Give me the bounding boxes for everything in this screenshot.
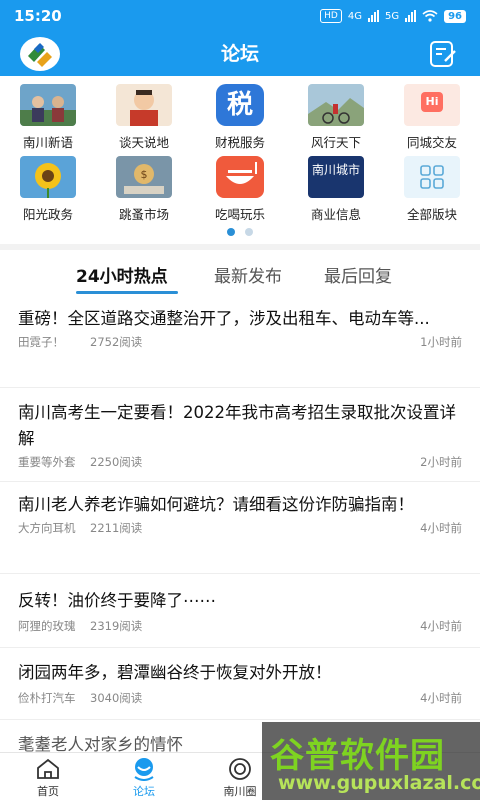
post-item[interactable]: 南川老人养老诈骗如何避坑？请细看这份诈防骗指南！ 大方向耳机 2211阅读 4小… [0, 492, 480, 574]
home-icon [37, 758, 59, 779]
post-views: 2752阅读 [90, 335, 143, 349]
post-title[interactable]: 重磅！全区道路交通整治开了，涉及出租车、电动车等... [18, 306, 462, 332]
compose-icon[interactable] [428, 39, 458, 69]
category-market[interactable]: $ 跳蚤市场 [96, 156, 192, 223]
signal-icon-2 [405, 10, 417, 22]
category-label: 谈天说地 [118, 135, 169, 150]
nav-circle[interactable]: 南川圈 [210, 757, 270, 799]
tax-icon: 税 [216, 84, 264, 126]
circle-icon [229, 758, 251, 780]
nav-label: 论坛 [133, 785, 155, 798]
post-title[interactable]: 反转！油价终于要降了⋯⋯ [18, 588, 462, 614]
post-item[interactable]: 重磅！全区道路交通整治开了，涉及出租车、电动车等... 田霓子！ 2752阅读 … [0, 306, 480, 388]
pager-dot-active[interactable] [227, 228, 235, 236]
category-all[interactable]: 全部版块 [384, 156, 480, 223]
status-bar: 15:20 HD 4G 5G 96 [0, 0, 480, 32]
post-time: 4小时前 [420, 521, 462, 535]
network-4g-label: 4G [347, 10, 362, 22]
category-label: 同城交友 [406, 135, 457, 150]
post-title[interactable]: 南川高考生一定要看！2022年我市高考招生录取批次设置详解 [18, 400, 462, 452]
post-views: 2319阅读 [90, 619, 143, 633]
tab-24h-hot[interactable]: 24小时热点 [76, 262, 168, 287]
watermark-title: 谷普软件园 [270, 736, 445, 776]
post-author[interactable]: 田霓子！ [18, 334, 64, 350]
watermark: 谷普软件园 www.gupuxlazal.com [262, 722, 480, 800]
category-label: 吃喝玩乐 [214, 207, 265, 222]
post-meta: 田霓子！ 2752阅读 1小时前 [18, 334, 462, 352]
category-pager [0, 228, 480, 236]
post-views: 2211阅读 [90, 521, 143, 535]
city-badge-icon: 南川城市 [308, 156, 364, 198]
post-author[interactable]: 俭朴打汽车 [18, 690, 76, 706]
watermark-url: www.gupuxlazal.com [278, 772, 480, 794]
news-photo-icon [20, 84, 76, 126]
map-hi-icon: Hi [404, 84, 460, 126]
category-news[interactable]: 南川新语 [0, 84, 96, 151]
category-label: 全部版块 [406, 207, 457, 222]
category-friends[interactable]: Hi 同城交友 [384, 84, 480, 151]
post-author[interactable]: 阿狸的玫瑰 [18, 618, 76, 634]
post-time: 4小时前 [420, 619, 462, 633]
post-item[interactable]: 反转！油价终于要降了⋯⋯ 阿狸的玫瑰 2319阅读 4小时前 [0, 588, 480, 648]
feed-tabs: 24小时热点 最新发布 最后回复 [0, 250, 480, 298]
nav-home[interactable]: 首页 [18, 757, 78, 799]
post-meta: 俭朴打汽车 3040阅读 4小时前 [18, 690, 462, 708]
category-travel[interactable]: 风行天下 [288, 84, 384, 151]
post-time: 1小时前 [420, 335, 462, 349]
post-item[interactable]: 南川高考生一定要看！2022年我市高考招生录取批次设置详解 重要等外套 2250… [0, 400, 480, 482]
status-icons: HD 4G 5G 96 [320, 9, 466, 23]
category-label: 风行天下 [310, 135, 361, 150]
signal-icon [367, 10, 379, 22]
category-label: 财税服务 [214, 135, 265, 150]
hd-badge: HD [320, 9, 342, 23]
category-government[interactable]: 阳光政务 [0, 156, 96, 223]
cycling-photo-icon [308, 84, 364, 126]
post-time: 2小时前 [420, 455, 462, 469]
post-time: 4小时前 [420, 691, 462, 705]
tab-last-reply[interactable]: 最后回复 [324, 262, 392, 287]
nav-forum[interactable]: 论坛 [114, 757, 174, 799]
svg-text:$: $ [141, 168, 148, 181]
post-title[interactable]: 闭园两年多，碧潭幽谷终于恢复对外开放！ [18, 660, 462, 686]
chat-photo-icon [116, 84, 172, 126]
app-header: 论坛 [0, 32, 480, 76]
post-author[interactable]: 重要等外套 [18, 454, 76, 470]
post-title[interactable]: 南川老人养老诈骗如何避坑？请细看这份诈防骗指南！ [18, 492, 462, 518]
post-meta: 重要等外套 2250阅读 2小时前 [18, 454, 462, 472]
grid-icon [404, 156, 460, 198]
nav-label: 首页 [37, 785, 59, 798]
category-food[interactable]: 吃喝玩乐 [192, 156, 288, 223]
post-item[interactable]: 闭园两年多，碧潭幽谷终于恢复对外开放！ 俭朴打汽车 3040阅读 4小时前 [0, 660, 480, 720]
food-icon [216, 156, 264, 198]
page-title: 论坛 [220, 43, 259, 65]
nav-label: 南川圈 [223, 785, 257, 798]
category-label: 南川新语 [22, 135, 73, 150]
post-meta: 大方向耳机 2211阅读 4小时前 [18, 520, 462, 538]
category-chat[interactable]: 谈天说地 [96, 84, 192, 151]
network-5g-label: 5G [384, 10, 400, 22]
category-label: 阳光政务 [22, 207, 73, 222]
category-label: 商业信息 [310, 207, 361, 222]
tab-active-indicator [76, 291, 178, 294]
forum-icon [134, 758, 154, 781]
tab-latest[interactable]: 最新发布 [214, 262, 282, 287]
category-grid: 南川新语 谈天说地 税 财税服务 风行天下 Hi 同城交友 阳光政务 $ 跳蚤市… [0, 76, 480, 244]
sunflower-photo-icon [20, 156, 76, 198]
market-photo-icon: $ [116, 156, 172, 198]
pager-dot[interactable] [245, 228, 253, 236]
category-label: 跳蚤市场 [118, 207, 169, 222]
post-author[interactable]: 大方向耳机 [18, 520, 76, 536]
wifi-icon [422, 10, 438, 22]
post-meta: 阿狸的玫瑰 2319阅读 4小时前 [18, 618, 462, 636]
status-time: 15:20 [14, 7, 62, 25]
category-business[interactable]: 南川城市 商业信息 [288, 156, 384, 223]
battery-indicator: 96 [444, 9, 466, 23]
category-tax[interactable]: 税 财税服务 [192, 84, 288, 151]
post-views: 3040阅读 [90, 691, 143, 705]
post-views: 2250阅读 [90, 455, 143, 469]
